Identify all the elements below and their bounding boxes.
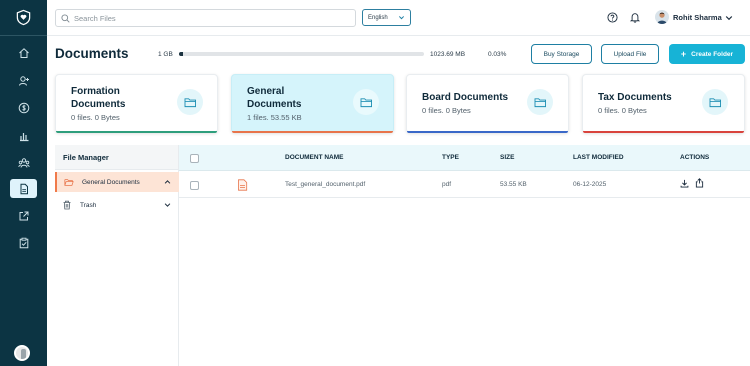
folder-meta: 1 files. 53.55 KB [247, 113, 302, 122]
plus-icon: + [680, 49, 687, 59]
document-name[interactable]: Test_general_document.pdf [285, 181, 365, 188]
document-modified: 06-12-2025 [573, 181, 607, 188]
row-checkbox[interactable] [190, 181, 199, 190]
table-header: DOCUMENT NAME TYPE SIZE LAST MODIFIED AC… [179, 145, 750, 171]
chevron-down-icon[interactable] [164, 202, 171, 208]
folder-meta: 0 files. 0 Bytes [598, 106, 647, 115]
folder-icon-badge [702, 89, 728, 115]
sidebar-item-tasks[interactable] [12, 233, 35, 253]
folder-title-line2: Documents [71, 98, 126, 110]
folder-title: Tax Documents [598, 92, 672, 103]
folder-icon [184, 97, 196, 107]
sidebar-user-avatar[interactable] [14, 345, 30, 361]
header-actions: ACTIONS [680, 154, 710, 161]
language-selected: English [368, 14, 388, 21]
header-size: SIZE [500, 154, 515, 161]
file-manager-title: File Manager [55, 145, 178, 170]
storage-progress-fill [179, 52, 183, 56]
folder-accent-line [407, 131, 568, 133]
storage-free: 1023.69 MB [430, 51, 466, 58]
folder-title-line1: Formation [71, 86, 120, 97]
folder-meta: 0 files. 0 Bytes [71, 113, 120, 122]
shield-heart-logo-icon[interactable] [15, 9, 32, 26]
upload-file-button[interactable]: Upload File [601, 44, 659, 64]
sidebar-item-users[interactable] [12, 71, 35, 91]
download-icon[interactable] [680, 179, 689, 188]
share-icon[interactable] [695, 178, 704, 188]
folder-accent-line [232, 131, 393, 133]
document-icon [20, 183, 28, 194]
buy-storage-button[interactable]: Buy Storage [531, 44, 592, 64]
folder-icon-badge [527, 89, 553, 115]
storage-used-percent: 0.03% [488, 51, 507, 58]
folder-accent-line [583, 131, 744, 133]
folder-icon [534, 97, 546, 107]
folder-card-formation[interactable]: Formation Documents 0 files. 0 Bytes [55, 74, 218, 133]
user-avatar[interactable] [655, 10, 669, 24]
folder-title: Formation Documents [71, 86, 125, 111]
file-manager-item-trash[interactable]: Trash [55, 195, 179, 215]
chevron-up-icon[interactable] [164, 179, 171, 185]
header-document-name: DOCUMENT NAME [285, 154, 344, 161]
sidebar-item-documents[interactable] [10, 179, 37, 198]
sidebar-item-reports[interactable] [12, 126, 35, 146]
chevron-down-icon[interactable] [725, 15, 733, 21]
folder-title-line2: Documents [247, 98, 302, 110]
team-icon [17, 158, 30, 168]
folder-icon-badge [177, 89, 203, 115]
folder-card-board[interactable]: Board Documents 0 files. 0 Bytes [406, 74, 569, 133]
page-title: Documents [55, 46, 129, 61]
topbar-divider [47, 35, 750, 36]
folder-card-tax[interactable]: Tax Documents 0 files. 0 Bytes [582, 74, 745, 133]
chevron-down-icon [398, 16, 405, 20]
home-icon [18, 48, 29, 58]
search-input[interactable]: Search Files [55, 9, 356, 27]
storage-total: 1 GB [158, 51, 173, 58]
file-manager-item-label: General Documents [82, 178, 140, 186]
search-placeholder: Search Files [74, 13, 116, 23]
sidebar [0, 0, 47, 366]
sidebar-item-team[interactable] [12, 153, 35, 173]
folder-title: Board Documents [422, 92, 509, 103]
folder-accent-line [56, 131, 217, 133]
sidebar-item-share[interactable] [12, 206, 35, 226]
trash-icon [63, 200, 71, 210]
folder-open-icon [64, 178, 74, 186]
file-manager-item-label: Trash [80, 201, 97, 209]
header-last-modified: LAST MODIFIED [573, 154, 624, 161]
select-all-checkbox[interactable] [190, 154, 199, 163]
document-type: pdf [442, 181, 452, 188]
folder-card-general[interactable]: General Documents 1 files. 53.55 KB [231, 74, 394, 133]
sidebar-divider [0, 35, 47, 36]
documents-table: DOCUMENT NAME TYPE SIZE LAST MODIFIED AC… [179, 145, 750, 366]
create-folder-button[interactable]: + Create Folder [669, 44, 745, 64]
language-select[interactable]: English [362, 9, 411, 26]
header-type: TYPE [442, 154, 459, 161]
pdf-file-icon [238, 179, 248, 191]
dollar-circle-icon [18, 102, 29, 114]
user-avatar-icon [657, 12, 667, 24]
user-name[interactable]: Rohit Sharma [673, 13, 722, 22]
folder-title-line1: General [247, 86, 285, 97]
help-icon[interactable] [607, 12, 618, 23]
table-row[interactable]: Test_general_document.pdf pdf 53.55 KB 0… [179, 172, 750, 198]
folder-title: General Documents [247, 86, 301, 111]
sidebar-item-home[interactable] [12, 43, 35, 63]
external-link-icon [19, 211, 28, 221]
file-manager-panel: File Manager General Documents Trash [55, 145, 179, 366]
bar-chart-icon [19, 133, 28, 142]
sidebar-item-billing[interactable] [12, 98, 35, 118]
bell-icon[interactable] [630, 12, 640, 23]
search-icon [61, 13, 70, 23]
folder-icon [709, 97, 721, 107]
storage-progress-bar [179, 52, 424, 56]
clipboard-check-icon [19, 237, 28, 249]
folder-meta: 0 files. 0 Bytes [422, 106, 471, 115]
create-folder-label: Create Folder [691, 50, 734, 58]
folder-icon-badge [353, 89, 379, 115]
document-size: 53.55 KB [500, 181, 527, 188]
user-add-icon [18, 76, 29, 86]
file-manager-item-general[interactable]: General Documents [55, 172, 179, 192]
folder-icon [360, 97, 372, 107]
